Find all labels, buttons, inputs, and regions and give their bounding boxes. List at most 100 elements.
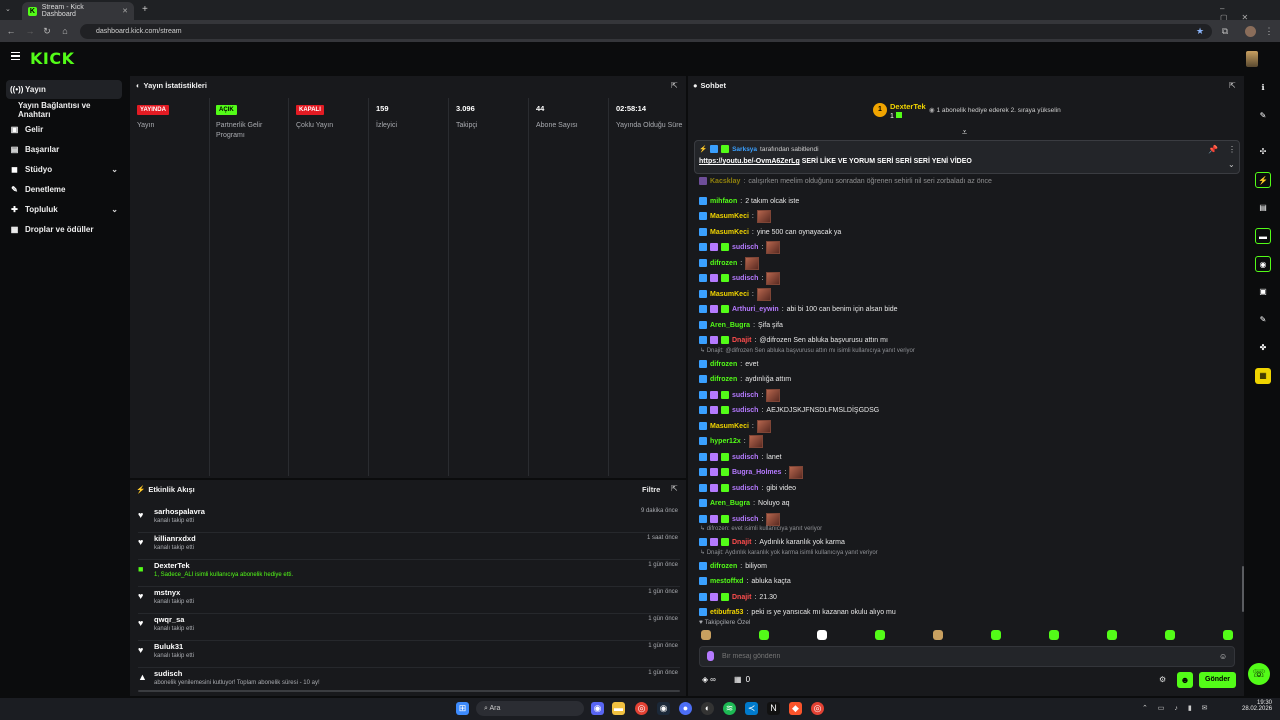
- avatar-emote-icon[interactable]: [933, 630, 943, 640]
- brave-icon[interactable]: ◆: [789, 702, 802, 715]
- kick-emote-icon[interactable]: [1165, 630, 1175, 640]
- clapper-icon[interactable]: ▦: [1255, 368, 1271, 384]
- spotify-icon[interactable]: ≋: [723, 702, 736, 715]
- activity-user[interactable]: DexterTek: [154, 561, 190, 570]
- layout-icon[interactable]: ▣: [1255, 284, 1271, 300]
- sidebar-item-gelir[interactable]: ▣ Gelir: [6, 120, 122, 139]
- chat-username[interactable]: difrozen: [710, 361, 737, 368]
- avatar-emote-icon[interactable]: [701, 630, 711, 640]
- activity-scrollbar[interactable]: [138, 690, 680, 692]
- chrome-alt-icon[interactable]: ◎: [811, 702, 824, 715]
- gift-count[interactable]: ▦ 0: [734, 675, 750, 684]
- clock[interactable]: 19:30 28.02.2026: [1242, 700, 1272, 712]
- expand-gifters-icon[interactable]: ⩡: [962, 127, 967, 138]
- document-icon[interactable]: ▤: [1255, 200, 1271, 216]
- tab-list-icon[interactable]: ⌄: [5, 5, 11, 13]
- bookmark-star-icon[interactable]: ★: [1194, 25, 1206, 37]
- chat-toggle-icon[interactable]: ▬: [1255, 228, 1271, 244]
- reply-context[interactable]: ↳ Dnajit: @difrozen Sen abluka başvurusu…: [700, 347, 915, 356]
- extensions-icon[interactable]: ⧉: [1219, 25, 1231, 37]
- chat-username[interactable]: sudisch: [732, 275, 758, 282]
- popout-stats-icon[interactable]: ⇱: [671, 81, 678, 90]
- chat-username[interactable]: Dnajit: [732, 594, 751, 601]
- channel-points[interactable]: ◈ ∞: [702, 675, 716, 684]
- send-button[interactable]: Gönder: [1199, 672, 1236, 688]
- start-icon[interactable]: ⊞: [456, 702, 469, 715]
- chat-username[interactable]: Dnajit: [732, 337, 751, 344]
- chat-username[interactable]: MasumKeci: [710, 229, 749, 236]
- chat-username[interactable]: etibufra53: [710, 609, 743, 616]
- pinned-by[interactable]: Sarksya: [732, 146, 757, 153]
- mic-icon[interactable]: [707, 651, 714, 661]
- menu-hamburger-icon[interactable]: [11, 52, 20, 60]
- tools-icon[interactable]: ✎: [1255, 312, 1271, 328]
- collapse-pinned-icon[interactable]: ⌄: [1228, 160, 1235, 169]
- sidebar-item-studyo[interactable]: ◼ Stüdyo ⌄: [6, 160, 122, 179]
- chat-message-input[interactable]: [722, 650, 1202, 663]
- profile-avatar[interactable]: [1245, 26, 1256, 37]
- kick-emote-button[interactable]: ☻: [1177, 672, 1193, 688]
- app-icon[interactable]: ●: [679, 702, 692, 715]
- chat-username[interactable]: difrozen: [710, 563, 737, 570]
- system-tray[interactable]: ⌃ ▭ ♪ ▮ ✉: [1142, 704, 1211, 712]
- url-input[interactable]: dashboard.kick.com/stream: [80, 24, 1212, 39]
- popout-chat-icon[interactable]: ⇱: [1229, 81, 1236, 90]
- chat-username[interactable]: Kacsklay: [710, 178, 740, 185]
- sidebar-item-stream-key[interactable]: Yayın Bağlantısı ve Anahtarı: [6, 100, 122, 119]
- help-chat-button[interactable]: ☏: [1248, 663, 1270, 685]
- vscode-icon[interactable]: ≺: [745, 702, 758, 715]
- info-icon[interactable]: ℹ: [1255, 80, 1271, 96]
- top-gifter-name[interactable]: DexterTek: [890, 102, 926, 111]
- steam-icon[interactable]: ◉: [657, 702, 670, 715]
- back-icon[interactable]: ←: [5, 25, 17, 37]
- filter-button[interactable]: Filtre: [642, 485, 660, 494]
- unpin-icon[interactable]: 📌: [1208, 145, 1218, 154]
- reply-context[interactable]: ↳ Dnajit: Aydınlık karanlık yok karma is…: [700, 549, 878, 558]
- sidebar-item-basarilar[interactable]: ▤ Başarılar: [6, 140, 122, 159]
- chrome-icon[interactable]: ◎: [635, 702, 648, 715]
- activity-user[interactable]: Buluk31: [154, 642, 183, 651]
- activity-user[interactable]: qwqr_sa: [154, 615, 184, 624]
- github-icon[interactable]: ◐: [701, 702, 714, 715]
- user-avatar[interactable]: [1246, 51, 1258, 67]
- chat-scrollbar[interactable]: [1242, 566, 1244, 612]
- kick-emote-icon[interactable]: [1223, 630, 1233, 640]
- helmet-emote-icon[interactable]: [817, 630, 827, 640]
- chat-username[interactable]: sudisch: [732, 454, 758, 461]
- close-tab-icon[interactable]: ✕: [122, 7, 128, 15]
- chat-username[interactable]: MasumKeci: [710, 423, 749, 430]
- chat-username[interactable]: MasumKeci: [710, 291, 749, 298]
- chat-username[interactable]: Bugra_Holmes: [732, 469, 781, 476]
- activity-user[interactable]: killianrxdxd: [154, 534, 196, 543]
- reply-context[interactable]: ↳ difrozen: evet isimli kullanıcıya yanı…: [700, 525, 822, 534]
- chat-username[interactable]: Arthuri_eywin: [732, 306, 779, 313]
- activity-toggle-icon[interactable]: ⚡: [1255, 172, 1271, 188]
- globe-emote-icon[interactable]: [1107, 630, 1117, 640]
- forward-icon[interactable]: →: [24, 25, 36, 37]
- activity-user[interactable]: mstnyx: [154, 588, 180, 597]
- chat-username[interactable]: Aren_Bugra: [710, 500, 750, 507]
- stream-toggle-icon[interactable]: ◉: [1255, 256, 1271, 272]
- chat-username[interactable]: mestoffxd: [710, 578, 743, 585]
- chat-username[interactable]: Dnajit: [732, 539, 751, 546]
- chat-username[interactable]: MasumKeci: [710, 213, 749, 220]
- pinned-link[interactable]: https://youtu.be/-OvmA6ZerLg: [699, 158, 800, 165]
- more-options-icon[interactable]: ⋮: [1228, 145, 1236, 154]
- reload-icon[interactable]: ↻: [41, 25, 53, 37]
- kick-emote-icon[interactable]: [759, 630, 769, 640]
- moderation-icon[interactable]: ✣: [1255, 144, 1271, 160]
- sidebar-item-droplar[interactable]: ▦ Droplar ve ödüller: [6, 220, 122, 239]
- taskbar-search[interactable]: ⌕ Ara: [476, 701, 584, 716]
- chat-username[interactable]: sudisch: [732, 244, 758, 251]
- activity-user[interactable]: sudisch: [154, 669, 182, 678]
- chat-username[interactable]: difrozen: [710, 376, 737, 383]
- popout-activity-icon[interactable]: ⇱: [671, 484, 678, 493]
- home-icon[interactable]: ⌂: [59, 25, 71, 37]
- chat-username[interactable]: sudisch: [732, 485, 758, 492]
- new-tab-button[interactable]: +: [142, 4, 148, 15]
- chat-username[interactable]: difrozen: [710, 260, 737, 267]
- discord-icon[interactable]: ◉: [591, 702, 604, 715]
- kick-emote-icon[interactable]: [875, 630, 885, 640]
- sidebar-item-yayin[interactable]: ((•)) Yayın: [6, 80, 122, 99]
- chat-settings-icon[interactable]: ⚙: [1159, 675, 1166, 684]
